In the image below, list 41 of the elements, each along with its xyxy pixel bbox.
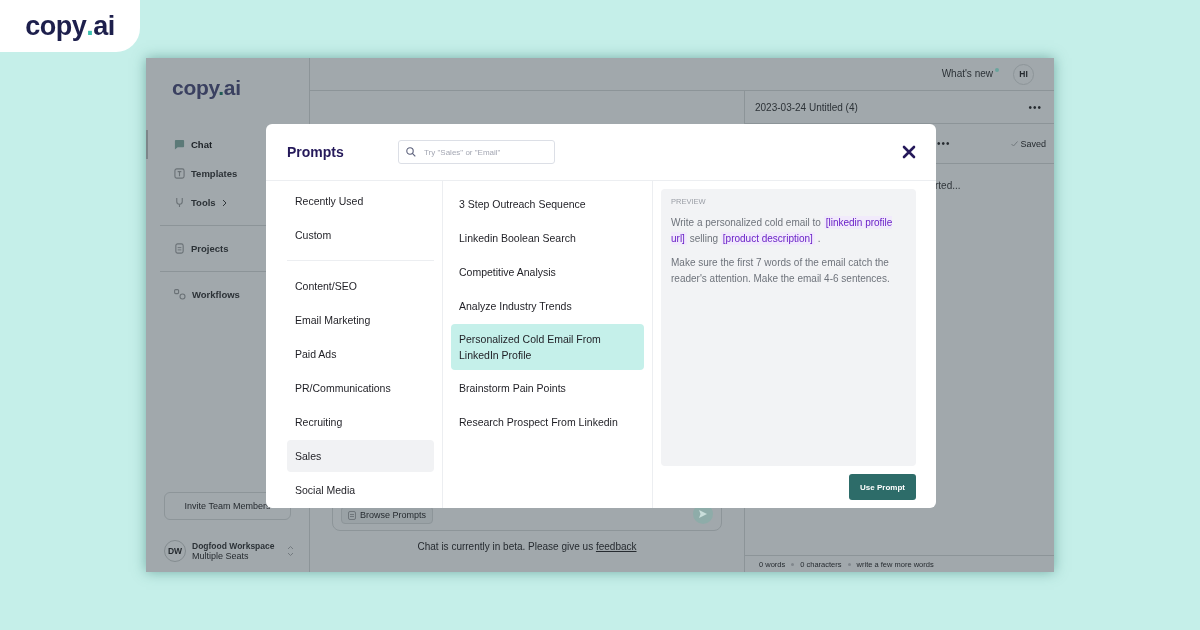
category-item[interactable]: Sales	[287, 440, 434, 472]
prompt-item[interactable]: Analyze Industry Trends	[451, 290, 644, 322]
feedback-link[interactable]: feedback	[595, 541, 637, 552]
document-icon	[174, 243, 185, 254]
beta-notice: Chat is currently in beta. Please give us feedback	[417, 541, 637, 552]
use-prompt-button[interactable]: Use Prompt	[849, 474, 916, 500]
prompt-item[interactable]: Personalized Cold Email From LinkedIn Profile	[451, 324, 644, 370]
more-button[interactable]: •••	[1028, 101, 1042, 113]
category-item[interactable]: PR/Communications	[287, 372, 434, 404]
document-icon	[348, 510, 356, 520]
workspace-plan: Multiple Seats	[192, 551, 250, 561]
close-button[interactable]	[902, 145, 916, 159]
whats-new-link[interactable]: What's new	[941, 67, 999, 81]
chevron-right-icon	[221, 198, 227, 207]
brand-logo: copy.ai	[0, 0, 140, 52]
nav-item[interactable]: Templates	[146, 159, 309, 188]
category-item[interactable]: Recruiting	[287, 406, 434, 438]
saved-status: Saved	[1010, 138, 1047, 149]
more-button[interactable]: •••	[937, 138, 951, 149]
search-field[interactable]: Try "Sales" or "Email"	[398, 140, 555, 164]
check-icon	[1010, 140, 1018, 147]
prompt-text: Write a personalized cold email to [linkedin profile url] selling [product description] .	[671, 215, 894, 247]
category-item[interactable]: Paid Ads	[287, 338, 434, 370]
workspace-name: Dogfood Workspace	[192, 541, 275, 551]
category-item[interactable]: Content/SEO	[287, 270, 434, 302]
category-item[interactable]: Custom	[287, 219, 434, 251]
prompt-item[interactable]: Research Prospect From Linkedin	[451, 406, 644, 438]
prompt-item[interactable]: Linkedin Boolean Search	[451, 222, 644, 254]
app-logo: copy.ai	[172, 76, 242, 100]
chat-bubble-icon	[174, 139, 185, 150]
prompt-item[interactable]: Brainstorm Pain Points	[451, 372, 644, 404]
tools-icon	[174, 197, 185, 208]
workflow-icon	[174, 289, 186, 300]
prompt-item[interactable]: Competitive Analysis	[451, 256, 644, 288]
template-icon	[174, 168, 185, 179]
document-title: 2023-03-24 Untitled (4)	[755, 101, 858, 113]
prompt-item[interactable]: 3 Step Outreach Sequence	[451, 188, 644, 220]
category-item[interactable]: Recently Used	[287, 185, 434, 217]
prompt-text: Make sure the first 7 words of the email catch the reader's attention. Make the email 4-6 sentences.	[671, 256, 891, 286]
category-item[interactable]: Email Marketing	[287, 304, 434, 336]
chevron-updown-icon[interactable]	[286, 545, 294, 557]
